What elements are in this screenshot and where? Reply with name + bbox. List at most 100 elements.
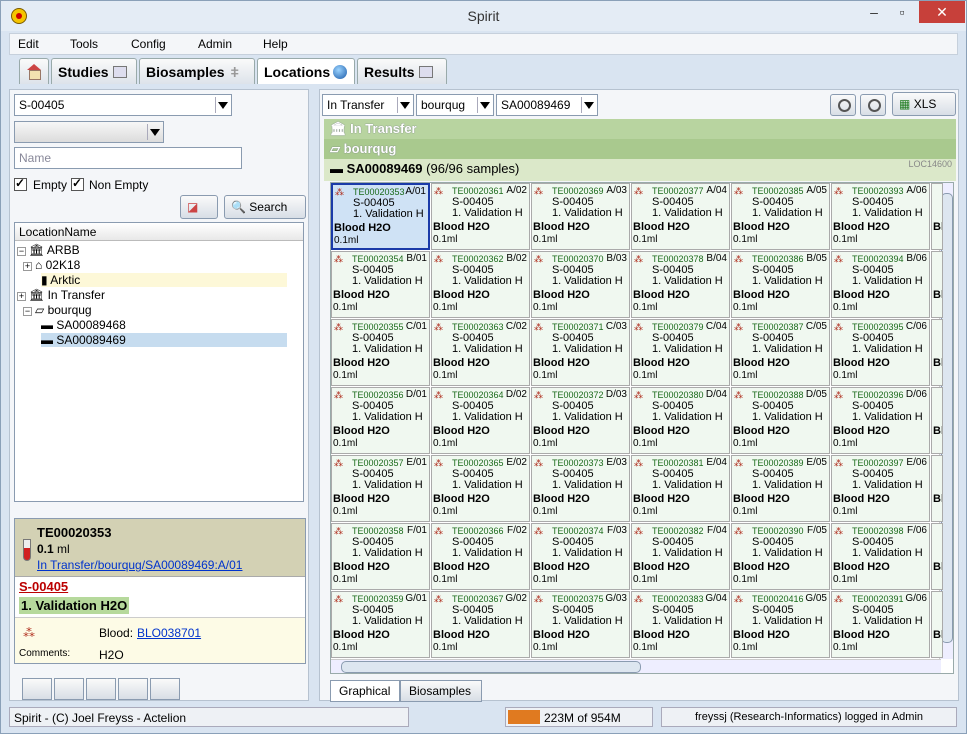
collapse-icon[interactable]: − xyxy=(17,247,26,256)
sample-cell[interactable]: ⁂ TE00020389 E/05 S-00405 1. Validation H Blo… xyxy=(731,455,830,522)
tree-node-arbb[interactable]: 🏛 ARBB xyxy=(29,243,80,257)
sample-cell[interactable]: ⁂ TE00020380 D/04 S-00405 1. Validation H Blo… xyxy=(631,387,730,454)
sample-cell-partial[interactable]: Bl xyxy=(931,523,943,590)
horizontal-scrollbar[interactable] xyxy=(331,659,941,673)
zoom-out-button[interactable] xyxy=(830,94,856,116)
sample-cell[interactable]: ⁂ TE00020369 A/03 S-00405 1. Validation H Blo… xyxy=(531,183,630,250)
dna-tab[interactable] xyxy=(22,678,52,700)
tree-node-bourqug[interactable]: ▱ bourqug xyxy=(35,303,92,317)
book-tab[interactable] xyxy=(54,678,84,700)
clear-button[interactable]: ◪ xyxy=(180,195,218,219)
sample-cell[interactable]: ⁂ TE00020378 B/04 S-00405 1. Validation H Blo… xyxy=(631,251,730,318)
sample-cell[interactable]: ⁂ TE00020397 E/06 S-00405 1. Validation H Blo… xyxy=(831,455,930,522)
tree-node-in-transfer[interactable]: 🏛 In Transfer xyxy=(29,288,105,302)
sample-cell-partial[interactable]: Bl xyxy=(931,183,943,250)
tab-locations[interactable]: Locations xyxy=(257,58,355,84)
tab-home[interactable] xyxy=(19,58,49,84)
expand-icon[interactable]: + xyxy=(23,262,32,271)
sample-cell[interactable]: ⁂ TE00020379 C/04 S-00405 1. Validation H Blo… xyxy=(631,319,730,386)
sample-cell[interactable]: ⁂ TE00020393 A/06 S-00405 1. Validation H Blo… xyxy=(831,183,930,250)
sample-cell[interactable]: ⁂ TE00020391 G/06 S-00405 1. Validation H Blo… xyxy=(831,591,930,658)
sample-cell-partial[interactable]: Bl xyxy=(931,319,943,386)
menu-config[interactable]: Config xyxy=(131,37,166,51)
splitter[interactable] xyxy=(310,89,318,701)
sample-cell[interactable]: ⁂ TE00020355 C/01 S-00405 1. Validation H Blo… xyxy=(331,319,430,386)
minimize-button[interactable]: – xyxy=(861,1,887,23)
zoom-in-button[interactable] xyxy=(860,94,886,116)
sample-cell-partial[interactable]: Bl xyxy=(931,251,943,318)
tab-results[interactable]: Results xyxy=(357,58,447,84)
sample-cell[interactable]: ⁂ TE00020362 B/02 S-00405 1. Validation H Blo… xyxy=(431,251,530,318)
sample-cell[interactable]: ⁂ TE00020364 D/02 S-00405 1. Validation H Blo… xyxy=(431,387,530,454)
sample-cell[interactable]: ⁂ TE00020387 C/05 S-00405 1. Validation H Blo… xyxy=(731,319,830,386)
sample-cell[interactable]: ⁂ TE00020395 C/06 S-00405 1. Validation H Blo… xyxy=(831,319,930,386)
sample-cell[interactable]: ⁂ TE00020356 D/01 S-00405 1. Validation H Blo… xyxy=(331,387,430,454)
sample-cell[interactable]: ⁂ TE00020390 F/05 S-00405 1. Validation H Blo… xyxy=(731,523,830,590)
location-row-in-transfer[interactable]: 🏛 In Transfer xyxy=(324,119,956,139)
nonempty-checkbox[interactable] xyxy=(71,176,84,191)
crumb-combo-1[interactable]: In Transfer xyxy=(322,94,414,116)
tab-studies[interactable]: Studies xyxy=(51,58,137,84)
tree-tab[interactable] xyxy=(86,678,116,700)
location-tree[interactable]: LocationName − 🏛 ARBB + ⌂ 02K18 ▮ Arktic… xyxy=(14,222,304,502)
sample-study[interactable]: S-00405 xyxy=(19,579,68,594)
table-tab[interactable] xyxy=(118,678,148,700)
sample-cell[interactable]: ⁂ TE00020398 F/06 S-00405 1. Validation H Blo… xyxy=(831,523,930,590)
sample-cell[interactable]: ⁂ TE00020354 B/01 S-00405 1. Validation H Blo… xyxy=(331,251,430,318)
study-combo[interactable]: S-00405 xyxy=(14,94,232,116)
sample-cell[interactable]: ⁂ TE00020367 G/02 S-00405 1. Validation H Blo… xyxy=(431,591,530,658)
collapse-icon[interactable]: − xyxy=(23,307,32,316)
sample-cell[interactable]: ⁂ TE00020365 E/02 S-00405 1. Validation H Blo… xyxy=(431,455,530,522)
barcode-tab[interactable] xyxy=(150,678,180,700)
sample-cell[interactable]: ⁂ TE00020375 G/03 S-00405 1. Validation H Blo… xyxy=(531,591,630,658)
sample-cell[interactable]: ⁂ TE00020373 E/03 S-00405 1. Validation H Blo… xyxy=(531,455,630,522)
tab-biosamples[interactable]: Biosamples ǂ xyxy=(139,58,255,84)
sample-cell[interactable]: ⁂ TE00020386 B/05 S-00405 1. Validation H Blo… xyxy=(731,251,830,318)
sample-cell[interactable]: ⁂ TE00020358 F/01 S-00405 1. Validation H Blo… xyxy=(331,523,430,590)
tab-graphical[interactable]: Graphical xyxy=(330,680,400,702)
crumb-combo-3[interactable]: SA00089469 xyxy=(496,94,598,116)
sample-cell[interactable]: ⁂ TE00020357 E/01 S-00405 1. Validation H Blo… xyxy=(331,455,430,522)
sample-cell[interactable]: ⁂ TE00020371 C/03 S-00405 1. Validation H Blo… xyxy=(531,319,630,386)
tree-node-02k18[interactable]: ⌂ 02K18 xyxy=(35,258,80,272)
xls-button[interactable]: ▦ XLS xyxy=(892,92,956,116)
sample-cell[interactable]: ⁂ TE00020353 A/01 S-00405 1. Validation H Blo… xyxy=(331,183,430,250)
sample-cell[interactable]: ⁂ TE00020382 F/04 S-00405 1. Validation H Blo… xyxy=(631,523,730,590)
sample-cell[interactable]: ⁂ TE00020374 F/03 S-00405 1. Validation H Blo… xyxy=(531,523,630,590)
sample-cell-partial[interactable]: Bl xyxy=(931,387,943,454)
type-combo[interactable] xyxy=(14,121,164,143)
scroll-thumb[interactable] xyxy=(341,661,641,673)
tree-node-sa00089468[interactable]: ▬ SA00089468 xyxy=(41,318,126,332)
sample-cell[interactable]: ⁂ TE00020394 B/06 S-00405 1. Validation H Blo… xyxy=(831,251,930,318)
sample-location-link[interactable]: In Transfer/bourqug/SA00089469:A/01 xyxy=(37,558,242,572)
sample-cell[interactable]: ⁂ TE00020396 D/06 S-00405 1. Validation H Blo… xyxy=(831,387,930,454)
menu-edit[interactable]: Edit xyxy=(18,37,39,51)
sample-cell[interactable]: ⁂ TE00020385 A/05 S-00405 1. Validation H Blo… xyxy=(731,183,830,250)
location-row-bourqug[interactable]: ▱ bourqug xyxy=(324,139,956,159)
expand-icon[interactable]: + xyxy=(17,292,26,301)
biotype-link[interactable]: BLO038701 xyxy=(137,626,201,640)
sample-cell[interactable]: ⁂ TE00020366 F/02 S-00405 1. Validation H Blo… xyxy=(431,523,530,590)
sample-cell[interactable]: ⁂ TE00020381 E/04 S-00405 1. Validation H Blo… xyxy=(631,455,730,522)
sample-cell[interactable]: ⁂ TE00020372 D/03 S-00405 1. Validation H Blo… xyxy=(531,387,630,454)
sample-cell[interactable]: ⁂ TE00020377 A/04 S-00405 1. Validation H Blo… xyxy=(631,183,730,250)
empty-checkbox[interactable] xyxy=(14,176,27,191)
tree-node-sa00089469[interactable]: ▬ SA00089469 xyxy=(41,333,287,347)
close-button[interactable]: ✕ xyxy=(919,1,965,23)
sample-cell[interactable]: ⁂ TE00020363 C/02 S-00405 1. Validation H Blo… xyxy=(431,319,530,386)
sample-cell[interactable]: ⁂ TE00020361 A/02 S-00405 1. Validation H Blo… xyxy=(431,183,530,250)
sample-cell[interactable]: ⁂ TE00020383 G/04 S-00405 1. Validation H Blo… xyxy=(631,591,730,658)
menu-tools[interactable]: Tools xyxy=(70,37,98,51)
sample-cell[interactable]: ⁂ TE00020370 B/03 S-00405 1. Validation H Blo… xyxy=(531,251,630,318)
menu-admin[interactable]: Admin xyxy=(198,37,232,51)
sample-cell-partial[interactable]: Bl xyxy=(931,455,943,522)
name-field[interactable]: Name xyxy=(14,147,242,169)
sample-cell-partial[interactable]: Bl xyxy=(931,591,943,658)
maximize-button[interactable]: ▫ xyxy=(889,1,915,23)
tree-node-arktic[interactable]: ▮ Arktic xyxy=(41,273,287,287)
crumb-combo-2[interactable]: bourqug xyxy=(416,94,494,116)
sample-cell[interactable]: ⁂ TE00020388 D/05 S-00405 1. Validation H Blo… xyxy=(731,387,830,454)
menu-help[interactable]: Help xyxy=(263,37,288,51)
sample-cell[interactable]: ⁂ TE00020359 G/01 S-00405 1. Validation H Blo… xyxy=(331,591,430,658)
sample-cell[interactable]: ⁂ TE00020416 G/05 S-00405 1. Validation H Blo… xyxy=(731,591,830,658)
